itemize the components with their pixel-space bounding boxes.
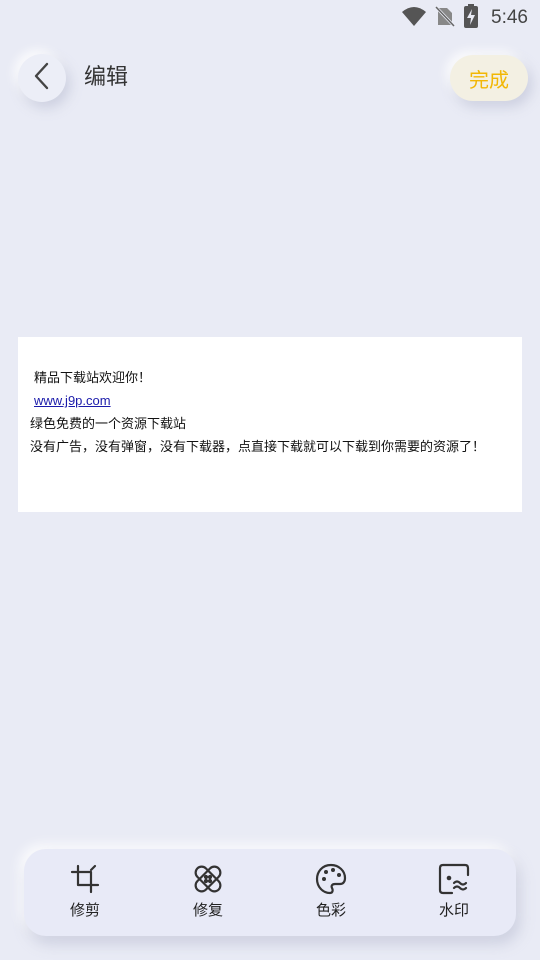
crop-icon: [69, 863, 101, 895]
edit-toolbar: 修剪 修复 色彩 水印: [24, 849, 516, 936]
chevron-left-icon: [32, 62, 52, 94]
tool-crop[interactable]: 修剪: [39, 849, 131, 936]
image-canvas: 精品下载站欢迎你！ www.j9p.com 绿色免费的一个资源下载站 没有广告，…: [18, 337, 522, 512]
image-text-line: 精品下载站欢迎你！: [34, 370, 152, 385]
status-time: 5:46: [491, 7, 528, 28]
done-button[interactable]: 完成: [450, 55, 528, 101]
image-text-link: www.j9p.com: [34, 393, 111, 408]
status-icons: 5:46: [401, 4, 528, 32]
no-sim-icon: [434, 5, 456, 31]
status-bar: 5:46: [0, 0, 540, 36]
tool-label: 水印: [438, 901, 469, 919]
tool-label: 色彩: [315, 901, 346, 919]
tool-label: 修剪: [69, 901, 100, 919]
page-title: 编辑: [84, 65, 129, 90]
tool-color[interactable]: 色彩: [285, 849, 377, 936]
palette-icon: [315, 863, 347, 895]
battery-charging-icon: [463, 4, 479, 32]
watermark-icon: [438, 863, 470, 895]
tool-label: 修复: [192, 901, 223, 919]
image-text-line: 没有广告，没有弹窗，没有下载器，点直接下载就可以下载到你需要的资源了！: [30, 439, 486, 454]
image-text-line: 绿色免费的一个资源下载站: [30, 416, 187, 431]
wifi-icon: [401, 5, 427, 31]
back-button[interactable]: [18, 54, 66, 102]
bandage-icon: [192, 863, 224, 895]
tool-watermark[interactable]: 水印: [408, 849, 500, 936]
tool-repair[interactable]: 修复: [162, 849, 254, 936]
